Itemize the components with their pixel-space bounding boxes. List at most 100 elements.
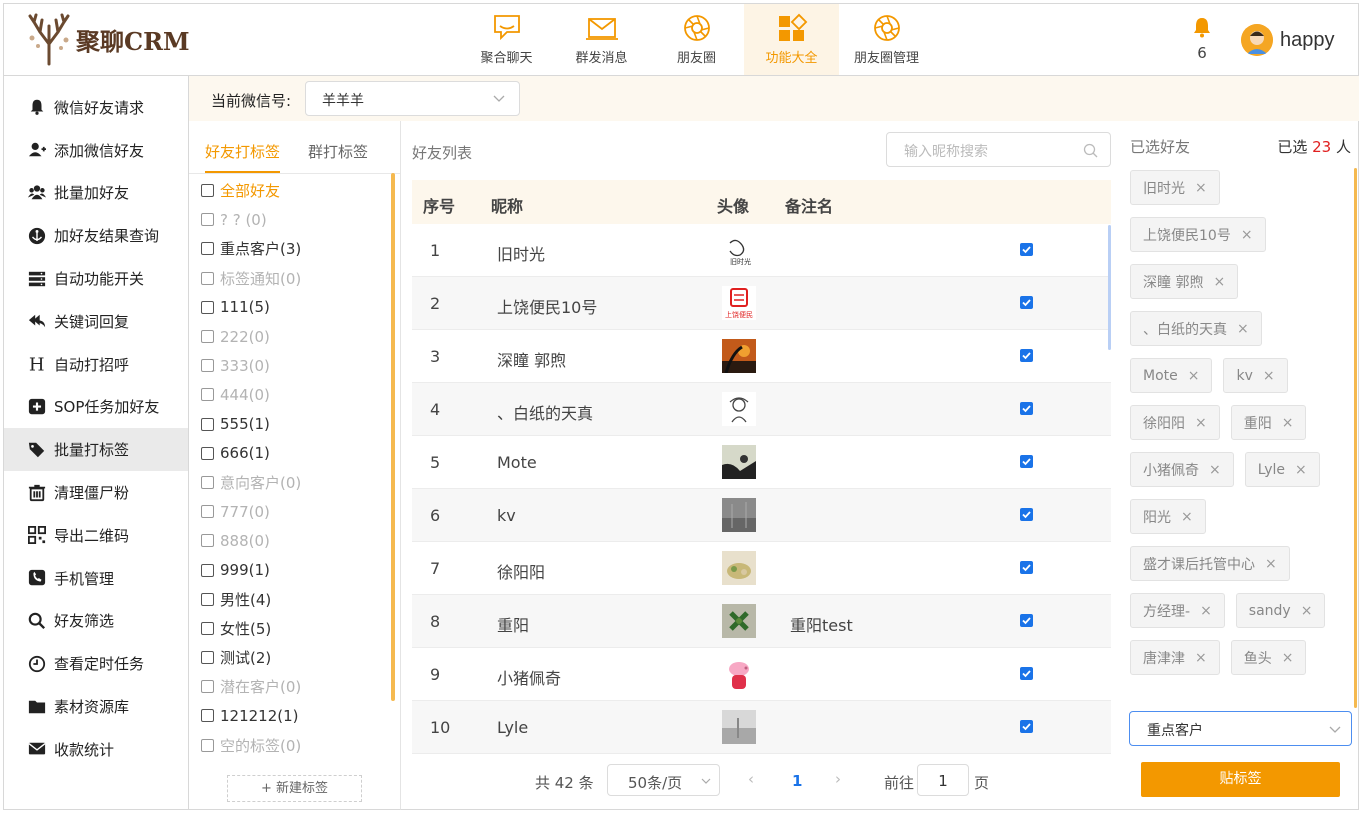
tag-checkbox[interactable] [201,651,214,665]
tag-checkbox[interactable] [201,505,214,519]
close-icon[interactable]: × [1188,368,1200,384]
brand-logo[interactable]: 聚聊CRM [26,12,190,66]
sidebar-item-12[interactable]: 好友筛选 [4,600,188,643]
row-checkbox[interactable] [1020,296,1033,309]
tag-checkbox[interactable] [201,359,214,373]
tag-checkbox[interactable] [201,213,214,227]
sidebar-item-9[interactable]: 清理僵尸粉 [4,471,188,514]
tag-item[interactable]: 空的标签(0) [201,731,383,760]
tag-checkbox[interactable] [201,680,214,694]
tag-checkbox[interactable] [201,242,214,256]
sidebar-item-7[interactable]: SOP任务加好友 [4,386,188,429]
sidebar-item-10[interactable]: 导出二维码 [4,514,188,557]
sidebar-item-11[interactable]: 手机管理 [4,557,188,600]
tag-item[interactable]: 777(0) [201,497,383,526]
row-checkbox[interactable] [1020,667,1033,680]
nav-moments-manage[interactable]: 朋友圈管理 [839,4,934,75]
tag-item[interactable]: 潜在客户(0) [201,672,383,701]
tag-item[interactable]: 555(1) [201,410,383,439]
tag-checkbox[interactable] [201,621,214,635]
tag-item[interactable]: 222(0) [201,322,383,351]
nav-moments[interactable]: 朋友圈 [649,4,744,75]
row-checkbox[interactable] [1020,349,1033,362]
new-tag-button[interactable]: + 新建标签 [227,775,362,802]
close-icon[interactable]: × [1237,321,1249,337]
tag-item[interactable]: 111(5) [201,293,383,322]
close-icon[interactable]: × [1241,227,1253,243]
row-checkbox[interactable] [1020,243,1033,256]
user-menu[interactable]: happy [1241,24,1335,56]
sidebar-item-5[interactable]: 关键词回复 [4,300,188,343]
close-icon[interactable]: × [1195,650,1207,666]
close-icon[interactable]: × [1195,180,1207,196]
nav-all-functions[interactable]: 功能大全 [744,4,839,75]
table-row[interactable]: 7 徐阳阳 [412,542,1111,595]
tag-item[interactable]: 888(0) [201,526,383,555]
tag-checkbox[interactable] [201,446,214,460]
close-icon[interactable]: × [1282,650,1294,666]
row-checkbox[interactable] [1020,720,1033,733]
tag-list-scrollbar[interactable] [391,173,395,701]
tag-checkbox[interactable] [201,592,214,606]
nav-mass-message[interactable]: 群发消息 [554,4,649,75]
tag-item[interactable]: 444(0) [201,380,383,409]
table-row[interactable]: 8 重阳 重阳test [412,595,1111,648]
row-checkbox[interactable] [1020,455,1033,468]
chips-scrollbar[interactable] [1354,168,1357,708]
tag-checkbox[interactable] [201,388,214,402]
search-input[interactable]: 输入昵称搜索 [886,132,1111,167]
close-icon[interactable]: × [1265,556,1277,572]
table-row[interactable]: 2 上饶便民10号 上饶便民 [412,277,1111,330]
table-row[interactable]: 5 Mote [412,436,1111,489]
table-row[interactable]: 6 kv [412,489,1111,542]
table-row[interactable]: 1 旧时光 旧时光 [412,224,1111,277]
close-icon[interactable]: × [1181,509,1193,525]
tag-checkbox[interactable] [201,475,214,489]
close-icon[interactable]: × [1263,368,1275,384]
close-icon[interactable]: × [1301,603,1313,619]
tag-item[interactable]: 全部好友 [201,176,383,205]
sidebar-item-2[interactable]: 批量加好友 [4,172,188,215]
tag-checkbox[interactable] [201,738,214,752]
tag-checkbox[interactable] [201,271,214,285]
sidebar-item-0[interactable]: 微信好友请求 [4,86,188,129]
close-icon[interactable]: × [1200,603,1212,619]
sidebar-item-4[interactable]: 自动功能开关 [4,257,188,300]
table-scrollbar[interactable] [1108,225,1111,350]
tag-item[interactable]: 121212(1) [201,701,383,730]
tab-group-tags[interactable]: 群打标签 [308,141,368,173]
notification-bell[interactable]: 6 [1189,16,1215,62]
close-icon[interactable]: × [1195,415,1207,431]
next-page-button[interactable]: › [835,770,841,788]
tag-checkbox[interactable] [201,417,214,431]
apply-tag-button[interactable]: 贴标签 [1141,762,1340,797]
tag-checkbox[interactable] [201,563,214,577]
table-row[interactable]: 4 、白纸的天真 [412,383,1111,436]
sidebar-item-14[interactable]: 素材资源库 [4,685,188,728]
close-icon[interactable]: × [1295,462,1307,478]
tag-item[interactable]: 999(1) [201,555,383,584]
goto-page-input[interactable]: 1 [917,764,969,796]
row-checkbox[interactable] [1020,508,1033,521]
tag-item[interactable]: 666(1) [201,439,383,468]
tag-checkbox[interactable] [201,534,214,548]
close-icon[interactable]: × [1209,462,1221,478]
tag-checkbox[interactable] [201,330,214,344]
sidebar-item-13[interactable]: 查看定时任务 [4,642,188,685]
sidebar-item-8[interactable]: 批量打标签 [4,428,188,472]
page-size-select[interactable]: 50条/页 [607,764,720,796]
sidebar-item-6[interactable]: H 自动打招呼 [4,343,188,386]
row-checkbox[interactable] [1020,402,1033,415]
tag-select[interactable]: 重点客户 [1129,711,1352,746]
close-icon[interactable]: × [1282,415,1294,431]
sidebar-item-15[interactable]: 收款统计 [4,728,188,771]
tag-item[interactable]: 333(0) [201,351,383,380]
prev-page-button[interactable]: ‹ [748,770,754,788]
table-row[interactable]: 10 Lyle [412,701,1111,754]
sidebar-item-1[interactable]: 添加微信好友 [4,129,188,172]
tag-item[interactable]: 标签通知(0) [201,264,383,293]
tag-checkbox[interactable] [201,300,214,314]
row-checkbox[interactable] [1020,561,1033,574]
nav-aggregate-chat[interactable]: 聚合聊天 [459,4,554,75]
row-checkbox[interactable] [1020,614,1033,627]
